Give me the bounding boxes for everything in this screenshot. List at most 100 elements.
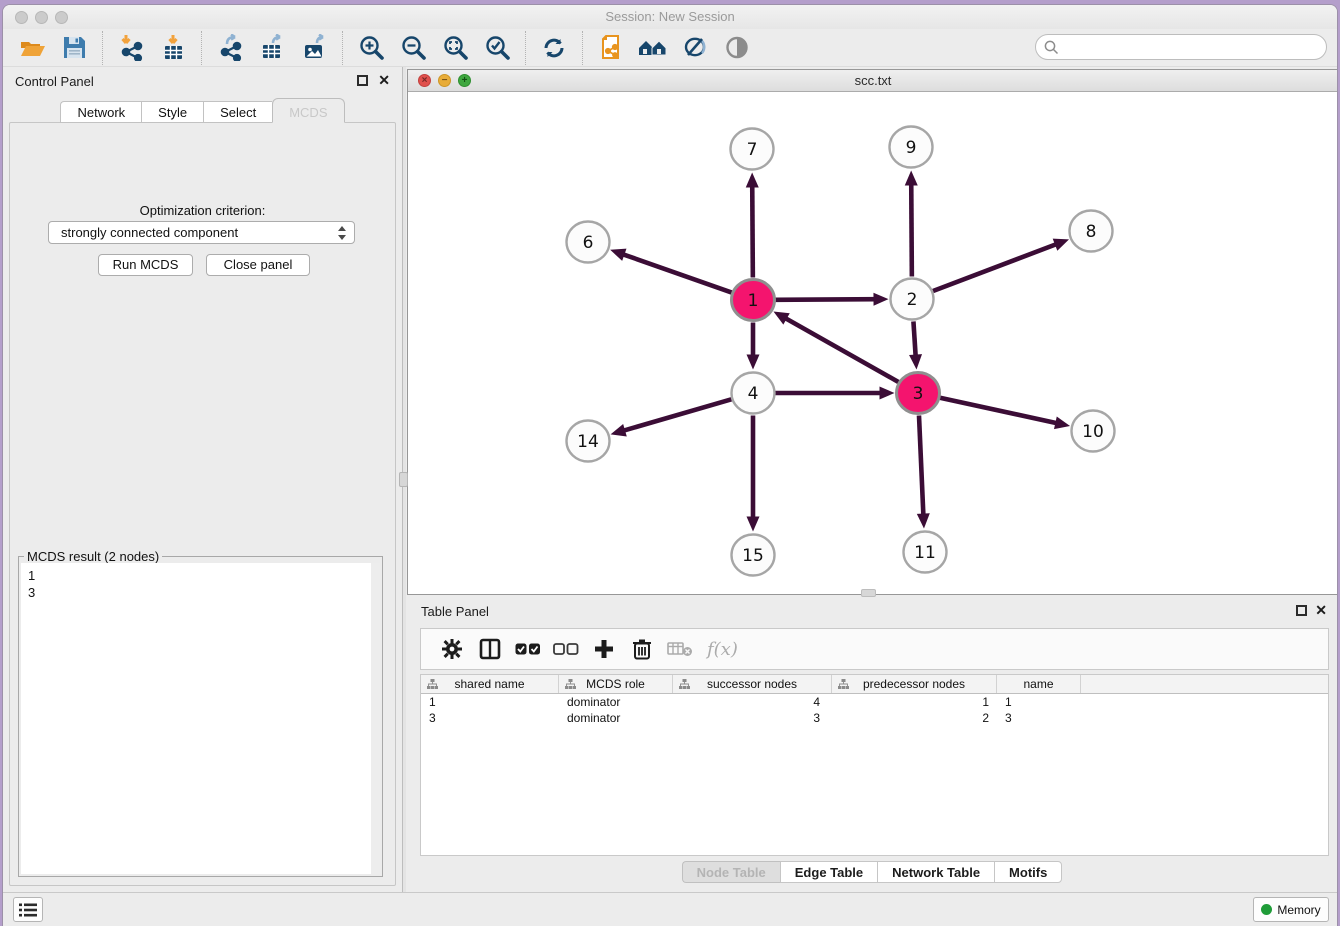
- criterion-dropdown[interactable]: strongly connected component: [48, 221, 355, 244]
- tab-edge-table[interactable]: Edge Table: [780, 861, 877, 883]
- tab-node-table[interactable]: Node Table: [682, 861, 780, 883]
- table-panel-tabs: Node Table Edge Table Network Table Moti…: [407, 861, 1337, 883]
- export-image-button[interactable]: [299, 33, 329, 63]
- result-scrollbar[interactable]: [371, 563, 380, 874]
- table-row[interactable]: 3 dominator 3 2 3: [421, 710, 1328, 726]
- cell-successor-nodes[interactable]: 4: [673, 694, 832, 710]
- open-session-button[interactable]: [17, 33, 47, 63]
- add-column-button[interactable]: [587, 634, 621, 664]
- graph-edge-1-2[interactable]: [775, 299, 876, 300]
- show-graphics-details-button[interactable]: [722, 33, 752, 63]
- graph-node-label: 14: [577, 432, 599, 452]
- column-header-shared-name[interactable]: shared name: [421, 675, 559, 693]
- search-input[interactable]: [1064, 36, 1318, 58]
- delete-column-button[interactable]: [625, 634, 659, 664]
- graph-node-8[interactable]: 8: [1070, 211, 1113, 252]
- horizontal-splitter-grip[interactable]: [861, 589, 876, 597]
- graph-node-15[interactable]: 15: [732, 535, 775, 576]
- network-file-icon: [598, 34, 625, 61]
- cell-mcds-role[interactable]: dominator: [559, 694, 673, 710]
- graph-node-1[interactable]: 1: [732, 280, 775, 321]
- graph-node-4[interactable]: 4: [732, 373, 775, 414]
- delete-table-icon: [667, 640, 693, 658]
- function-builder-button[interactable]: f(x): [707, 639, 738, 660]
- import-network-button[interactable]: [116, 33, 146, 63]
- float-panel-icon[interactable]: [357, 75, 368, 86]
- tab-select[interactable]: Select: [203, 101, 272, 123]
- import-table-button[interactable]: [158, 33, 188, 63]
- column-header-predecessor-nodes[interactable]: predecessor nodes: [832, 675, 997, 693]
- cell-predecessor-nodes[interactable]: 2: [832, 710, 997, 726]
- new-network-from-selection-button[interactable]: [596, 33, 626, 63]
- cell-shared-name[interactable]: 3: [421, 710, 559, 726]
- graph-node-label: 4: [748, 384, 759, 404]
- column-header-successor-nodes[interactable]: successor nodes: [673, 675, 832, 693]
- select-all-rows-button[interactable]: [511, 634, 545, 664]
- graph-edge-4-14[interactable]: [622, 399, 731, 431]
- hide-graphics-details-button[interactable]: [680, 33, 710, 63]
- network-window-titlebar[interactable]: × − + scc.txt: [408, 70, 1338, 92]
- hierarchy-icon: [838, 679, 849, 690]
- apply-layout-button[interactable]: [539, 33, 569, 63]
- export-table-button[interactable]: [257, 33, 287, 63]
- graph-node-3[interactable]: 3: [897, 373, 940, 414]
- zoom-fit-button[interactable]: [440, 33, 470, 63]
- export-network-button[interactable]: [215, 33, 245, 63]
- zoom-selected-button[interactable]: [482, 33, 512, 63]
- zoom-out-button[interactable]: [398, 33, 428, 63]
- graph-edge-1-7[interactable]: [752, 184, 753, 277]
- column-header-mcds-role[interactable]: MCDS role: [559, 675, 673, 693]
- cell-name[interactable]: 3: [997, 710, 1081, 726]
- graph-edge-arrowhead: [747, 355, 760, 370]
- first-neighbors-button[interactable]: [638, 33, 668, 63]
- graph-node-label: 7: [747, 140, 758, 160]
- memory-button[interactable]: Memory: [1253, 897, 1329, 922]
- graph-node-11[interactable]: 11: [904, 532, 947, 573]
- graph-node-10[interactable]: 10: [1072, 411, 1115, 452]
- run-mcds-button[interactable]: Run MCDS: [98, 254, 193, 276]
- open-folder-icon: [19, 34, 46, 61]
- deselect-all-rows-button[interactable]: [549, 634, 583, 664]
- mcds-result-textarea[interactable]: 1 3: [21, 563, 380, 874]
- graph-node-2[interactable]: 2: [891, 279, 934, 320]
- float-panel-icon[interactable]: [1296, 605, 1307, 616]
- graph-node-7[interactable]: 7: [731, 129, 774, 170]
- export-image-icon: [301, 34, 328, 61]
- cell-successor-nodes[interactable]: 3: [673, 710, 832, 726]
- close-panel-icon[interactable]: ✕: [1315, 602, 1327, 619]
- delete-table-button[interactable]: [663, 634, 697, 664]
- cell-name[interactable]: 1: [997, 694, 1081, 710]
- tab-style[interactable]: Style: [141, 101, 203, 123]
- cell-mcds-role[interactable]: dominator: [559, 710, 673, 726]
- table-toolbar: f(x): [420, 628, 1329, 670]
- tab-mcds[interactable]: MCDS: [272, 98, 344, 123]
- close-panel-icon[interactable]: ✕: [378, 72, 390, 89]
- toolbar-separator: [582, 31, 583, 65]
- tab-network-table[interactable]: Network Table: [877, 861, 994, 883]
- graph-edge-2-3[interactable]: [913, 321, 915, 357]
- tab-network[interactable]: Network: [60, 101, 141, 123]
- tab-motifs[interactable]: Motifs: [994, 861, 1062, 883]
- show-column-button[interactable]: [473, 634, 507, 664]
- close-panel-button[interactable]: Close panel: [206, 254, 310, 276]
- application-window: Session: New Session: [2, 4, 1338, 926]
- graph-node-14[interactable]: 14: [567, 421, 610, 462]
- graph-node-9[interactable]: 9: [890, 127, 933, 168]
- graph-edge-2-9[interactable]: [911, 182, 912, 276]
- column-header-name[interactable]: name: [997, 675, 1081, 693]
- table-options-button[interactable]: [435, 634, 469, 664]
- graph-edge-3-1[interactable]: [784, 317, 898, 382]
- zoom-in-button[interactable]: [356, 33, 386, 63]
- show-task-history-button[interactable]: [13, 897, 43, 922]
- network-canvas[interactable]: 7 9 6 8 1 2 4 3 14 10 15 11: [408, 92, 1338, 594]
- graph-edge-2-8[interactable]: [933, 244, 1058, 291]
- table-row[interactable]: 1 dominator 4 1 1: [421, 694, 1328, 710]
- cell-shared-name[interactable]: 1: [421, 694, 559, 710]
- graph-node-6[interactable]: 6: [567, 222, 610, 263]
- vertical-splitter-grip[interactable]: [399, 472, 408, 487]
- graph-edge-1-6[interactable]: [621, 254, 731, 293]
- graph-edge-3-10[interactable]: [940, 398, 1058, 424]
- cell-predecessor-nodes[interactable]: 1: [832, 694, 997, 710]
- save-session-button[interactable]: [59, 33, 89, 63]
- graph-edge-3-11[interactable]: [919, 415, 923, 516]
